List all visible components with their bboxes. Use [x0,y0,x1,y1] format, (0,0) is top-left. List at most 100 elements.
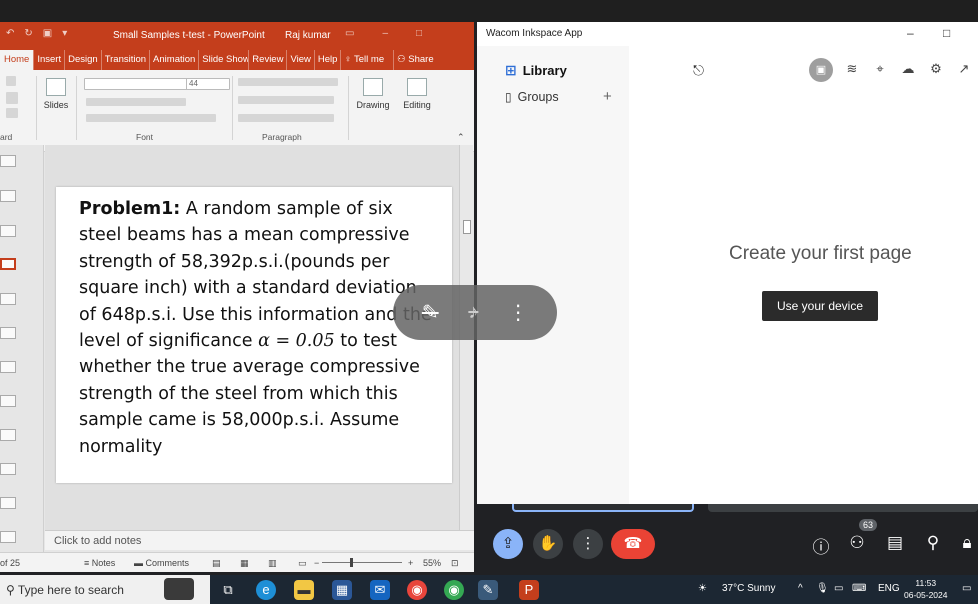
maximize-icon[interactable]: □ [943,26,950,40]
notes-pane[interactable]: Click to add notes [45,530,474,550]
tray-expand-icon[interactable]: ^ [798,583,803,594]
notes-button[interactable]: ≡ Notes [84,558,115,568]
language-indicator[interactable]: ENG [878,583,900,594]
system-clock[interactable]: 11:53 06-05-2024 [904,577,947,601]
slide-thumbnail[interactable] [0,225,16,237]
slide-body-text[interactable]: Problem1: A random sample of six steel b… [79,196,439,460]
lock-icon[interactable]: 🔒︎ [956,533,978,553]
store-icon[interactable]: ▦ [332,580,352,600]
tab-animations[interactable]: Animation [149,50,198,70]
unpin-icon[interactable]: ✎ [422,300,439,325]
tab-view[interactable]: View [286,50,313,70]
slide-thumbnail[interactable] [0,395,16,407]
export-icon[interactable]: ↗ [955,60,973,78]
paragraph-spacing-buttons[interactable] [238,114,334,122]
groups-nav-item[interactable]: ▯ Groups [505,90,559,104]
zoom-slider[interactable] [322,562,402,563]
task-view-icon[interactable]: ⧉ [218,580,238,600]
zoom-slider-knob[interactable] [350,558,353,567]
customize-icon[interactable]: ▾ [62,28,67,39]
more-vert-icon[interactable]: ⋮ [508,300,528,325]
collapse-ribbon-icon[interactable]: ⌃ [457,132,465,143]
scrollbar-thumb[interactable] [463,220,471,234]
meet-participant-tile[interactable] [708,504,978,512]
slide-canvas[interactable]: Problem1: A random sample of six steel b… [56,187,452,483]
slide-thumbnail[interactable] [0,293,16,305]
device-icon[interactable]: ▣ [809,58,833,82]
zoom-level[interactable]: 55% [423,558,441,568]
slide-thumbnail[interactable] [0,531,16,543]
mail-icon[interactable]: ✉ [370,580,390,600]
slide-thumbnail[interactable] [0,190,16,202]
powerpoint-taskbar-icon[interactable]: P [519,580,539,600]
cloud-icon[interactable]: ☁ [899,60,917,78]
slide-thumbnail[interactable] [0,463,16,475]
tab-help[interactable]: Help [313,50,341,70]
copy-icon[interactable] [6,92,18,104]
tab-slide-show[interactable]: Slide Show [198,50,248,70]
library-nav-item[interactable]: ⊞ Library [505,62,567,79]
slide-thumbnail[interactable] [0,155,16,167]
camera-app-icon[interactable] [164,578,194,600]
share-button[interactable]: ⚇ Share [393,50,437,70]
font-name-box[interactable] [84,78,194,90]
editing-button[interactable]: Editing [400,78,434,110]
list-buttons[interactable] [238,78,338,86]
redo-icon[interactable]: ↻ [24,28,32,39]
mute-icon[interactable]: ♪ [468,301,478,324]
leave-call-button[interactable]: ☎ [611,529,655,559]
user-name[interactable]: Raj kumar [285,30,331,41]
add-group-icon[interactable]: + [603,88,612,105]
normal-view-icon[interactable]: ▤ [212,558,221,569]
microphone-icon[interactable]: 🎙︎ [816,583,829,594]
settings-icon[interactable]: ⚙ [927,60,945,78]
more-options-button[interactable]: ⋮ [573,529,603,559]
font-format-buttons[interactable] [86,98,186,106]
taskbar-search[interactable]: ⚲ Type here to search [0,575,210,604]
tab-design[interactable]: Design [64,50,101,70]
tab-transitions[interactable]: Transition [100,50,149,70]
new-slide-button[interactable]: Slides [42,78,70,110]
file-explorer-icon[interactable]: ▬ [294,580,314,600]
present-icon[interactable]: ▣ [43,28,52,39]
slide-sorter-icon[interactable]: ▦ [240,558,249,569]
cut-icon[interactable] [6,76,16,86]
raise-hand-button[interactable]: ✋ [533,529,563,559]
slide-thumbnail[interactable] [0,361,16,373]
zoom-out-icon[interactable]: − [314,558,319,568]
alignment-buttons[interactable] [238,96,334,104]
maximize-icon[interactable]: □ [416,28,422,39]
undo-icon[interactable]: ↶ [6,28,14,39]
edge-icon[interactable]: e [256,580,276,600]
font-color-buttons[interactable] [86,114,216,122]
notification-icon[interactable]: ▭ [962,583,971,594]
minimize-icon[interactable]: – [907,26,914,40]
chat-icon[interactable]: ▤ [884,533,906,553]
tab-insert[interactable]: Insert [33,50,64,70]
battery-icon[interactable]: ▭ [834,583,843,594]
zoom-in-icon[interactable]: + [408,558,413,568]
tell-me-search[interactable]: ♀ Tell me [340,50,387,70]
ribbon-display-icon[interactable]: ▭ [345,28,354,39]
wifi-icon[interactable]: ≋ [843,60,861,78]
reading-view-icon[interactable]: ▥ [268,558,277,569]
minimize-icon[interactable]: – [382,28,388,39]
tag-icon[interactable]: ⌖ [871,60,889,78]
chrome-icon[interactable]: ◉ [407,580,427,600]
use-device-button[interactable]: Use your device [762,291,878,321]
tab-home[interactable]: Home [0,50,34,70]
format-painter-icon[interactable] [6,108,18,118]
import-icon[interactable]: ⎋ [693,62,704,79]
wacom-taskbar-icon[interactable]: ✎ [478,580,498,600]
present-screen-button[interactable]: ⇪ [493,529,523,559]
keyboard-icon[interactable]: ⌨ [852,583,866,594]
slide-thumbnail[interactable] [0,429,16,441]
drawing-button[interactable]: Drawing [354,78,392,110]
tab-review[interactable]: Review [248,50,286,70]
comments-button[interactable]: ▬ Comments [134,558,189,568]
people-icon[interactable]: ⚇ [846,533,868,553]
activities-icon[interactable]: ⚲ [922,533,944,553]
weather-status[interactable]: 37°C Sunny [722,583,775,594]
slideshow-view-icon[interactable]: ▭ [298,558,307,569]
fit-slide-icon[interactable]: ⊡ [451,558,459,569]
